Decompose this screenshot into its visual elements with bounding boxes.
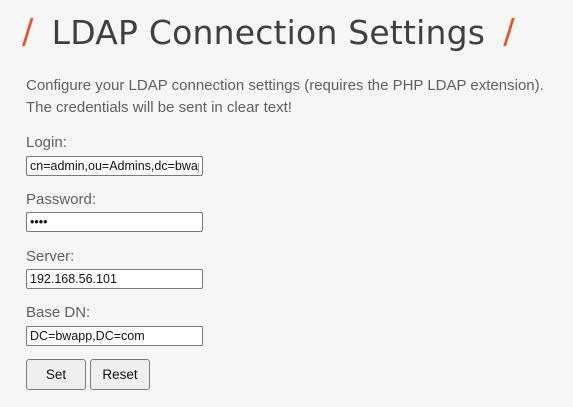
base-dn-label: Base DN: (26, 304, 91, 321)
password-label: Password: (26, 191, 97, 208)
login-input[interactable] (26, 156, 203, 176)
intro-text: Configure your LDAP connection settings … (26, 75, 566, 119)
base-dn-input[interactable] (26, 326, 203, 346)
set-button[interactable]: Set (26, 359, 86, 390)
login-label: Login: (26, 134, 67, 151)
password-input[interactable] (26, 212, 203, 232)
title-slash-left: / (22, 12, 34, 52)
server-label: Server: (26, 248, 75, 265)
reset-button[interactable]: Reset (90, 359, 150, 390)
intro-line-1: Configure your LDAP connection settings … (26, 77, 544, 94)
intro-line-2: The credentials will be sent in clear te… (26, 99, 292, 116)
page-title: / LDAP Connection Settings / (22, 6, 567, 58)
server-input[interactable] (26, 269, 203, 289)
page-title-text: LDAP Connection Settings (51, 12, 486, 52)
title-slash-right: / (503, 12, 515, 52)
